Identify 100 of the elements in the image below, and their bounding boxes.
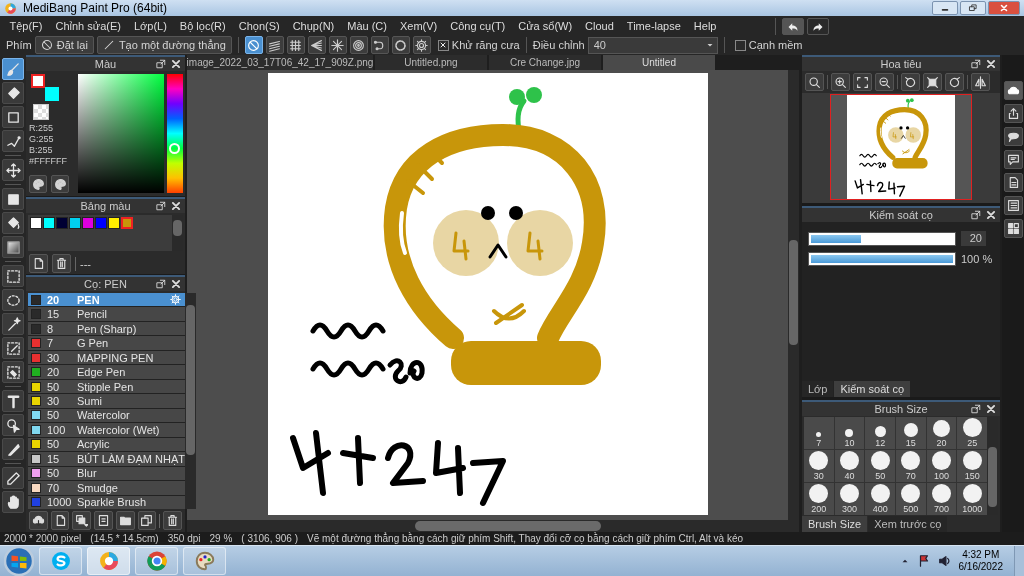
scrollbar[interactable] (187, 520, 788, 532)
tool-button[interactable] (2, 265, 24, 287)
color-swatch[interactable] (43, 217, 55, 229)
color-swatch[interactable] (82, 217, 94, 229)
settings-icon[interactable] (170, 294, 181, 306)
ruler-button[interactable] (370, 36, 389, 54)
tool-button[interactable] (2, 337, 24, 359)
start-button-icon[interactable] (4, 546, 34, 576)
menu-item[interactable]: Chụp(N) (286, 19, 341, 32)
menu-item[interactable]: Cửa sổ(W) (511, 19, 579, 32)
tool-button[interactable] (2, 188, 24, 210)
menu-item[interactable]: Xem(V) (393, 19, 444, 32)
color-swatch[interactable] (69, 217, 81, 229)
page-button[interactable] (1003, 173, 1023, 192)
cloud-button[interactable] (1003, 81, 1023, 100)
add-brush-button[interactable] (72, 511, 92, 530)
foreground-color-swatch[interactable] (31, 74, 45, 88)
brush-size-option[interactable]: 25 (957, 417, 987, 449)
menu-item[interactable]: Bộ lọc(R) (173, 19, 233, 32)
brush-size-option[interactable]: 1000 (957, 483, 987, 515)
taskbar-app-button[interactable] (135, 547, 178, 575)
brush-size-option[interactable]: 400 (865, 483, 895, 515)
menu-item[interactable]: Tệp(F) (3, 19, 49, 32)
clock[interactable]: 4:32 PM 6/16/2022 (958, 549, 1003, 573)
tool-button[interactable] (2, 491, 24, 513)
menu-item[interactable]: Chọn(S) (232, 19, 287, 32)
flip-button[interactable] (971, 73, 990, 91)
grid-button[interactable] (1003, 219, 1023, 238)
ruler-button[interactable] (265, 36, 284, 54)
close-icon[interactable] (986, 404, 996, 414)
document-tab[interactable]: Untitled (603, 55, 715, 70)
zoom-out-button[interactable] (875, 73, 894, 91)
brush-row[interactable]: 1000 Sparkle Brush (28, 495, 185, 510)
brush-row[interactable]: 15 Pencil (28, 307, 185, 321)
saturation-value-field[interactable] (78, 74, 164, 193)
brush-row[interactable]: 50 Acrylic (28, 437, 185, 452)
menu-item[interactable]: Help (687, 19, 723, 32)
brush-row[interactable]: 20 Edge Pen (28, 365, 185, 379)
float-icon[interactable] (971, 210, 981, 220)
ruler-button[interactable] (349, 36, 368, 54)
scrollbar[interactable] (172, 215, 183, 251)
document-tab[interactable]: Cre Change.jpg (489, 55, 601, 70)
brush-row[interactable]: 8 Pen (Sharp) (28, 321, 185, 336)
brush-size-option[interactable]: 70 (896, 450, 926, 482)
checkbox[interactable] (437, 39, 449, 51)
menu-item[interactable]: Chỉnh sửa(E) (49, 19, 128, 32)
panel-tab[interactable]: Brush Size (802, 516, 868, 532)
close-icon[interactable] (171, 279, 181, 289)
brush-size-option[interactable]: 40 (834, 450, 865, 482)
delete-button[interactable] (52, 254, 71, 273)
brush-size-option[interactable]: 700 (926, 483, 957, 515)
color-swatch[interactable] (95, 217, 107, 229)
new-palette-button[interactable] (29, 254, 48, 273)
color-swatch[interactable] (56, 217, 68, 229)
speech-button[interactable] (1003, 127, 1023, 146)
float-icon[interactable] (156, 201, 166, 211)
float-icon[interactable] (156, 59, 166, 69)
close-icon[interactable] (986, 59, 996, 69)
brush-row[interactable]: 50 Stipple Pen (28, 379, 185, 394)
delete-button[interactable] (163, 511, 182, 530)
brush-row[interactable]: 7 G Pen (28, 336, 185, 350)
close-icon[interactable] (171, 59, 181, 69)
tool-button[interactable] (2, 106, 24, 128)
menu-item[interactable]: Lớp(L) (127, 19, 174, 32)
brush-size-option[interactable]: 10 (834, 417, 865, 449)
close-icon[interactable] (986, 210, 996, 220)
copy-button[interactable] (137, 511, 157, 530)
menu-item[interactable]: Công cụ(T) (443, 19, 512, 32)
tool-button[interactable] (2, 438, 24, 460)
list-button[interactable] (1003, 196, 1023, 215)
menu-item[interactable]: Time-lapse (620, 19, 688, 32)
undo-button[interactable] (782, 18, 804, 35)
brush-size-option[interactable]: 200 (804, 483, 834, 515)
brush-size-option[interactable]: 7 (804, 417, 834, 449)
close-button[interactable] (988, 1, 1020, 15)
document-tab[interactable]: Untitled.png (375, 55, 487, 70)
panel-tab[interactable]: Kiểm soát cọ (834, 381, 911, 397)
fit-screen-button[interactable] (923, 73, 942, 91)
color-swatch[interactable] (30, 217, 42, 229)
scrollbar[interactable] (185, 293, 196, 509)
tool-button[interactable] (2, 289, 24, 311)
tool-button[interactable] (2, 130, 24, 152)
brush-size-option[interactable]: 300 (834, 483, 865, 515)
brush-row[interactable]: 30 MAPPING PEN (28, 350, 185, 365)
taskbar-app-button[interactable] (183, 547, 226, 575)
tool-button[interactable] (2, 236, 24, 258)
navigator-view[interactable] (830, 94, 972, 200)
ruler-button[interactable] (412, 36, 431, 54)
palette-button[interactable] (29, 175, 47, 193)
brush-row[interactable]: 15 BÚT LÀM ĐẠM NHẠT (28, 452, 185, 466)
minimize-button[interactable] (932, 1, 958, 15)
brush-row[interactable]: 70 Smudge (28, 481, 185, 495)
menu-item[interactable]: Cloud (578, 19, 621, 32)
size-slider[interactable] (808, 231, 956, 246)
float-icon[interactable] (971, 404, 981, 414)
close-icon[interactable] (171, 201, 181, 211)
background-color-swatch[interactable] (45, 87, 59, 101)
straight-line-button[interactable]: Tạo một đường thẳng (96, 36, 232, 54)
tool-button[interactable] (2, 212, 24, 234)
tool-button[interactable] (2, 390, 24, 412)
